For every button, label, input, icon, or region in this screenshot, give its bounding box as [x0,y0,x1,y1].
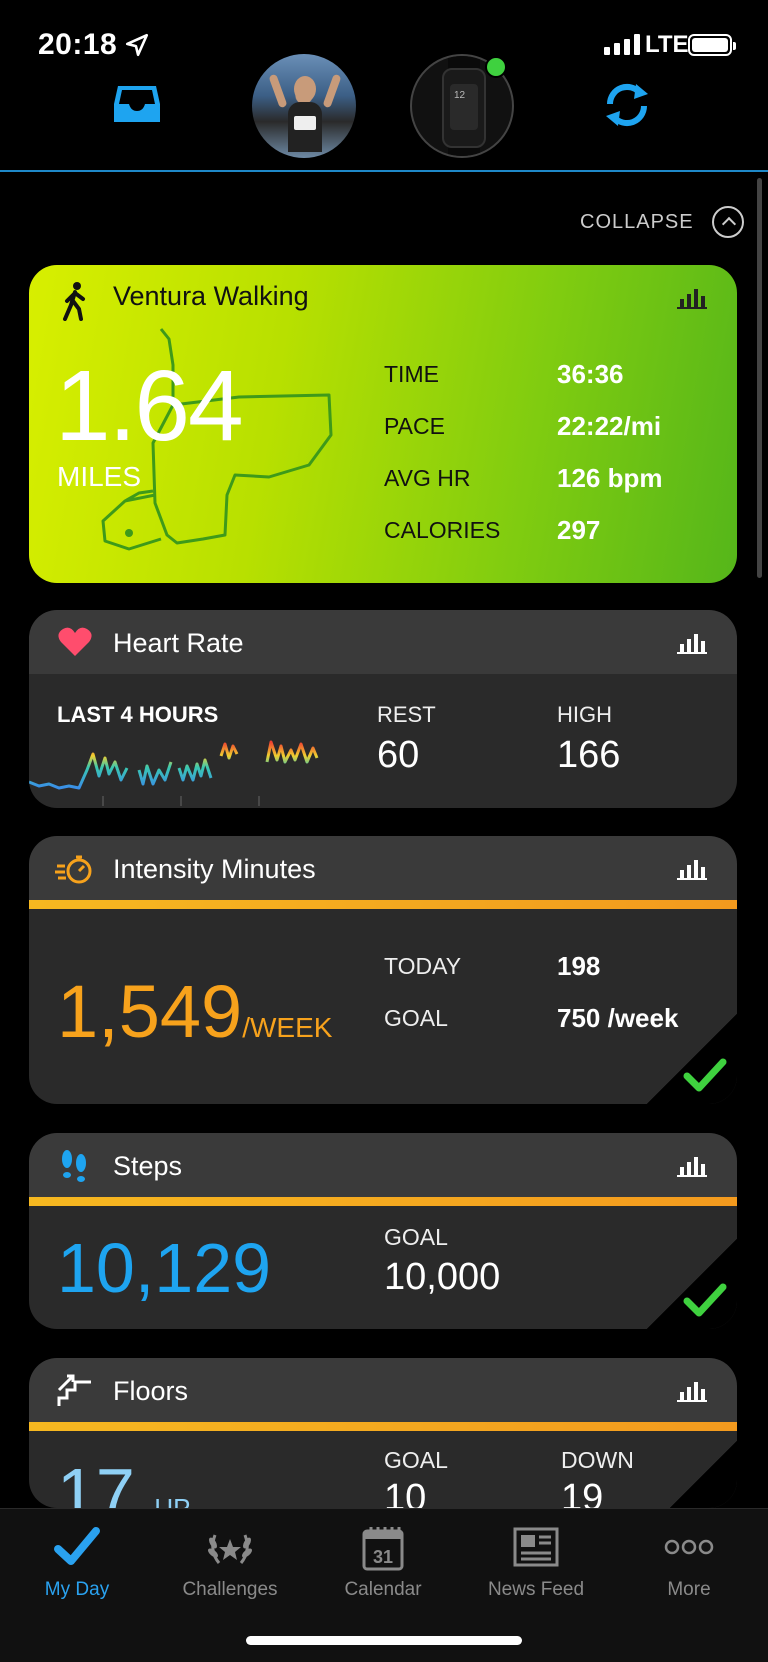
steps-goal-label: GOAL [384,1224,448,1250]
tab-news-feed[interactable]: News Feed [459,1509,613,1619]
card-title: Steps [113,1151,183,1181]
top-bar: 12 [0,48,768,172]
card-body: 10,129 GOAL 10,000 [29,1206,737,1329]
chevron-up-icon [711,206,744,238]
home-indicator[interactable] [246,1636,522,1645]
footprints-icon [62,1150,86,1182]
activity-distance: 1.64 [55,350,244,462]
hr-period-label: LAST 4 HOURS [57,702,219,727]
tab-more[interactable]: More [612,1509,766,1619]
watch-icon: 12 [442,68,486,148]
stat-value-avg-hr: 126 bpm [557,463,663,493]
bar-chart-icon[interactable] [677,1153,707,1177]
card-title: Heart Rate [113,628,244,658]
hr-rest-label: REST [377,702,436,727]
floors-up: 17 UP [57,1454,191,1508]
hr-high-label: HIGH [557,702,612,727]
progress-stripe [29,1422,737,1431]
bar-chart-icon[interactable] [677,1378,707,1402]
intensity-minutes-card[interactable]: Intensity Minutes 1,549/WEEK TODAY 198 G… [29,836,737,1104]
floors-down-label: DOWN [561,1447,634,1473]
card-body: LAST 4 HOURS REST 60 HIGH 166 [29,674,737,808]
tab-label: Challenges [182,1579,278,1600]
stopwatch-icon [55,855,92,884]
floors-goal-value: 10 [384,1477,427,1508]
stat-value-calories: 297 [557,515,601,545]
progress-stripe [29,1197,737,1206]
scrollbar[interactable] [757,178,762,578]
bar-chart-icon[interactable] [677,630,707,654]
bar-chart-icon[interactable] [677,856,707,880]
activity-title: Ventura Walking [113,281,309,311]
activity-card[interactable]: Ventura Walking 1.64 MILES TIME 36:36 PA… [29,265,737,583]
card-header: Steps [29,1133,737,1197]
hr-rest-value: 60 [377,734,420,776]
card-header: Intensity Minutes [29,836,737,900]
intensity-goal-label: GOAL [384,1005,448,1031]
profile-avatar[interactable] [252,54,356,158]
stat-label-avg-hr: AVG HR [384,465,471,491]
activity-distance-unit: MILES [57,461,142,492]
card-body: 17 UP GOAL 10 DOWN 19 [29,1431,737,1508]
calendar-icon: 31 [362,1527,404,1571]
intensity-total: 1,549/WEEK [57,970,333,1053]
stat-value-time: 36:36 [557,359,624,389]
card-body: 1,549/WEEK TODAY 198 GOAL 750 /week [29,909,737,1104]
more-icon [664,1539,714,1555]
tab-my-day[interactable]: My Day [0,1509,154,1619]
newspaper-icon [513,1527,559,1567]
card-header: Heart Rate [29,610,737,674]
heart-rate-card[interactable]: Heart Rate LAST 4 HOURS REST 60 HIGH 166 [29,610,737,808]
inbox-icon[interactable] [112,84,162,124]
stat-label-calories: CALORIES [384,517,501,543]
bar-chart-icon[interactable] [677,285,707,309]
tab-label: My Day [44,1579,110,1600]
walking-icon [63,282,85,321]
tab-label: More [667,1579,711,1600]
sync-icon[interactable] [600,80,654,130]
laurel-icon [208,1534,252,1564]
heart-icon [58,627,92,656]
svg-text:31: 31 [373,1547,393,1567]
intensity-today-value: 198 [557,951,601,981]
card-title: Floors [113,1376,189,1406]
stat-label-pace: PACE [384,413,445,439]
goal-met-corner [647,1441,737,1508]
stairs-icon [57,1374,91,1406]
tab-label: News Feed [487,1579,585,1600]
progress-stripe [29,900,737,909]
steps-total: 10,129 [57,1229,272,1307]
tab-challenges[interactable]: Challenges [153,1509,307,1619]
card-title: Intensity Minutes [113,854,316,884]
goal-met-check-icon [683,1058,727,1092]
tab-calendar[interactable]: 31 Calendar [306,1509,460,1619]
goal-met-check-icon [683,1283,727,1317]
device-connected-indicator [485,56,507,78]
intensity-today-label: TODAY [384,953,462,979]
heart-rate-sparkline [29,740,319,806]
collapse-button[interactable]: COLLAPSE [580,206,744,238]
card-header: Floors [29,1358,737,1422]
steps-card[interactable]: Steps 10,129 GOAL 10,000 [29,1133,737,1329]
stat-label-time: TIME [384,361,439,387]
check-icon [54,1527,100,1565]
steps-goal-value: 10,000 [384,1256,501,1298]
hr-high-value: 166 [557,734,621,776]
tab-label: Calendar [344,1579,422,1600]
collapse-label: COLLAPSE [580,210,694,233]
floors-goal-label: GOAL [384,1447,448,1473]
stat-value-pace: 22:22/mi [557,411,662,441]
floors-card[interactable]: Floors 17 UP GOAL 10 DOWN 19 [29,1358,737,1508]
floors-down-value: 19 [561,1477,604,1508]
